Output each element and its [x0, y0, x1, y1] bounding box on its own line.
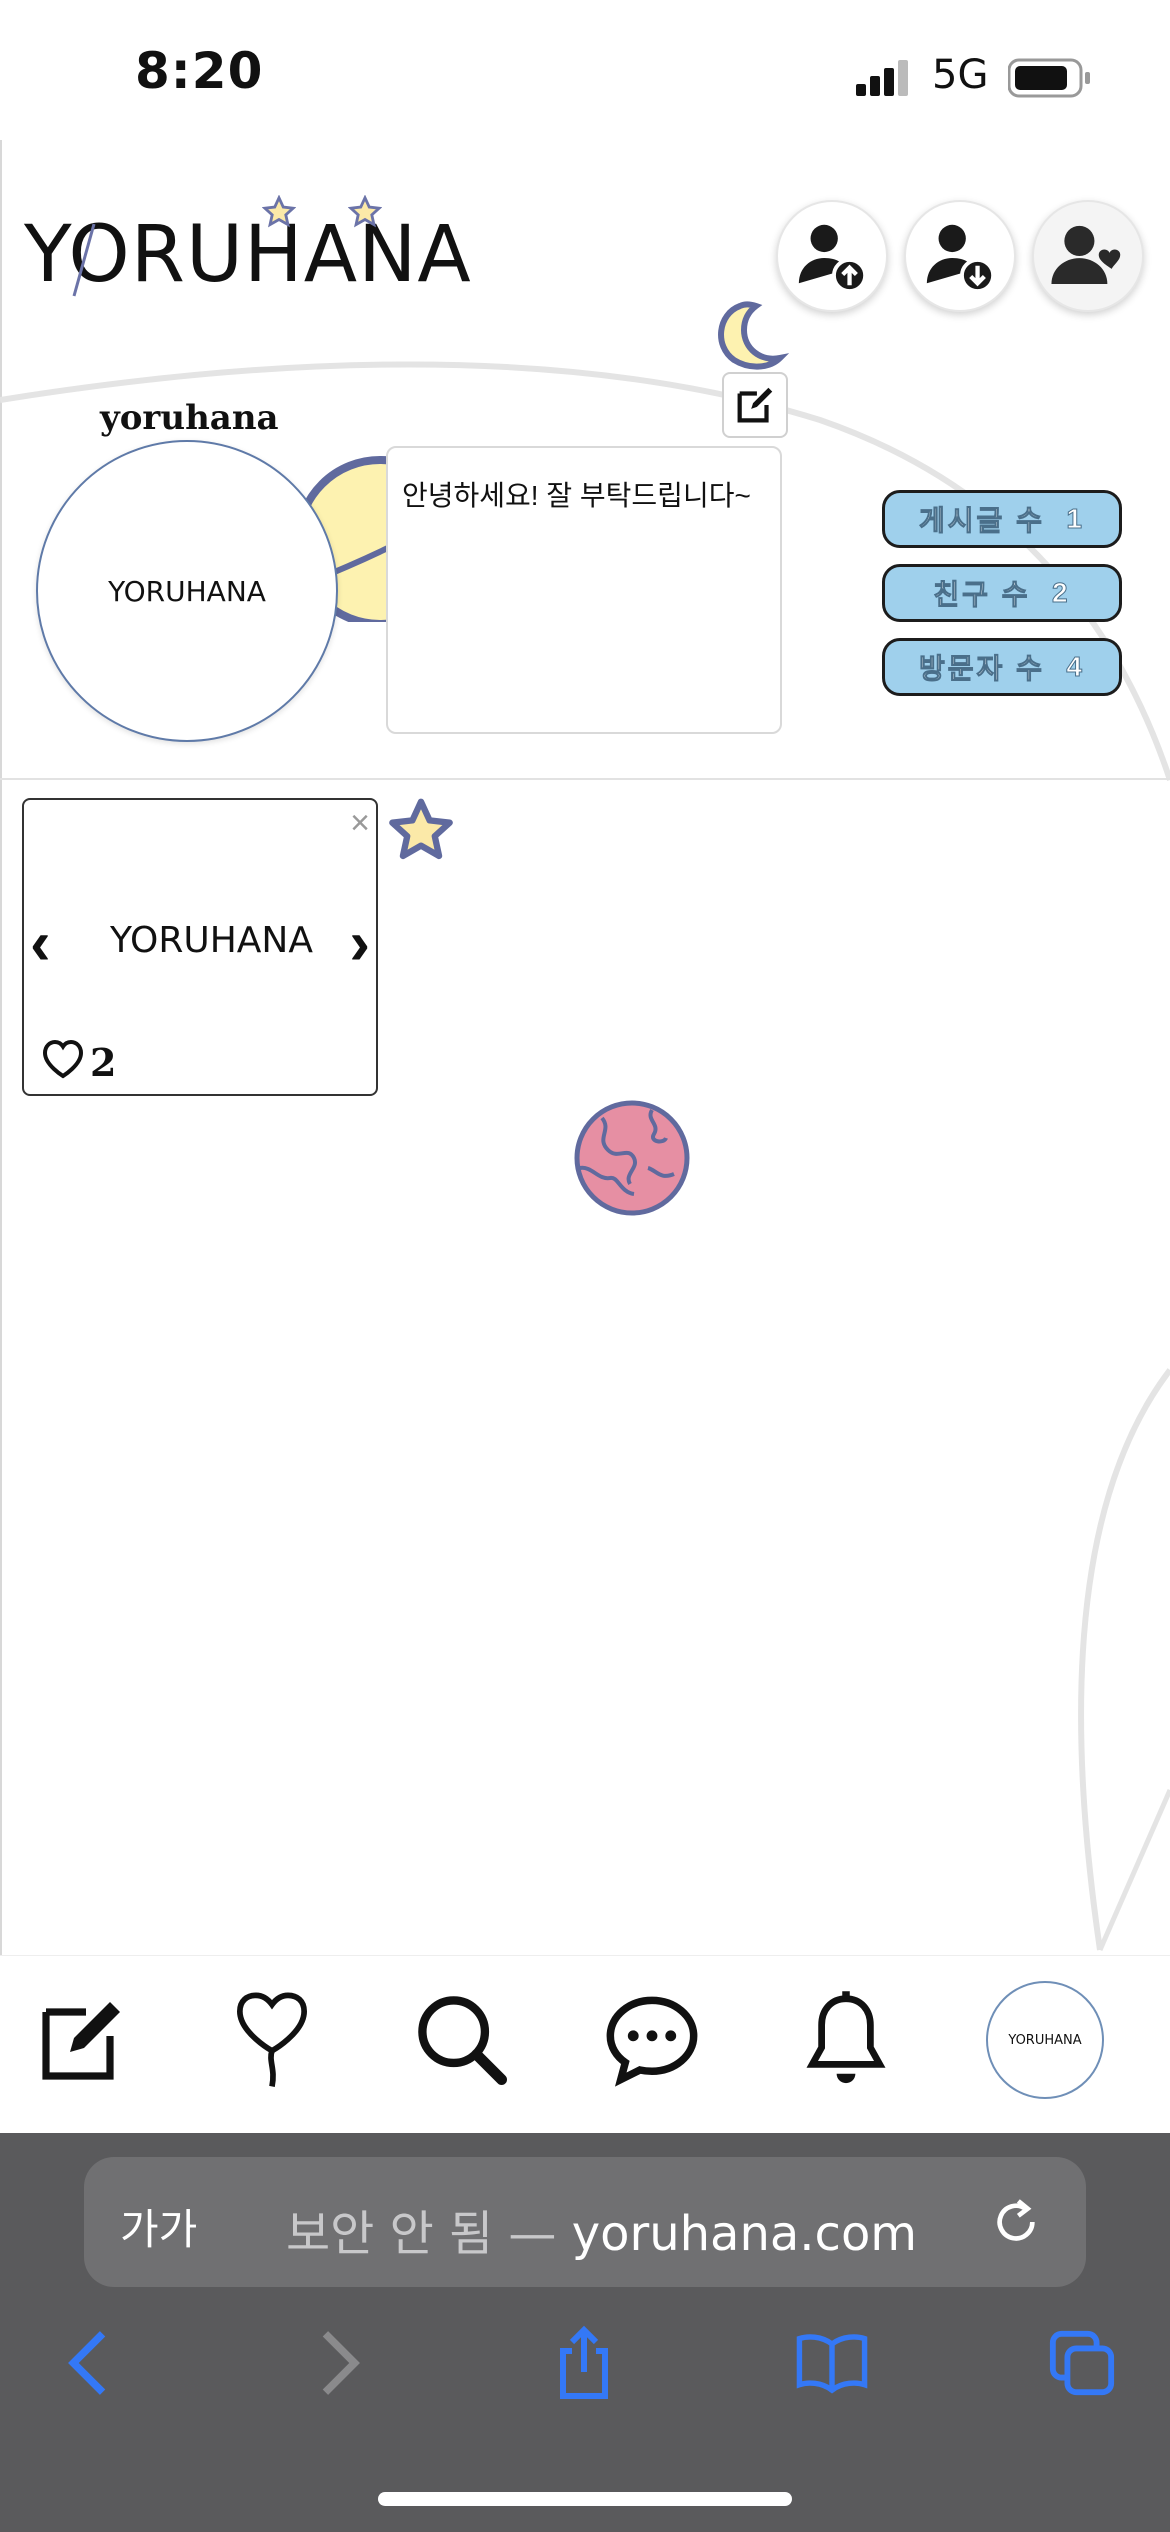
reload-icon [997, 2199, 1035, 2241]
reader-aa-button[interactable]: 가가 [120, 2196, 197, 2257]
bell-icon [806, 1991, 886, 2084]
logo-star-icon [348, 195, 382, 228]
friends-button[interactable] [1032, 200, 1144, 312]
edit-icon [737, 387, 773, 423]
moon-icon [718, 301, 790, 370]
heart-outline-icon [42, 1039, 84, 1079]
user-arrow-up-icon [798, 224, 868, 294]
following-button[interactable] [776, 200, 888, 312]
avatar-logo-text: YORUHANA [108, 574, 266, 608]
user-arrow-down-icon [926, 224, 996, 294]
post-close-button[interactable]: × [350, 804, 370, 843]
section-divider [0, 778, 1170, 780]
earth-icon [574, 1100, 690, 1216]
status-time: 8:20 [135, 42, 264, 100]
stat-friends-value: 2 [1052, 577, 1071, 609]
url-text[interactable]: 보안 안 됨 — yoruhana.com [286, 2194, 917, 2264]
user-heart-icon [1051, 225, 1121, 284]
battery-icon [1007, 58, 1092, 103]
signal-icon [856, 60, 918, 101]
stat-posts-label: 게시글 수 [919, 505, 1045, 537]
bio-box: 안녕하세요! 잘 부탁드립니다~ [386, 446, 782, 734]
tabs-icon [1049, 2330, 1115, 2396]
stat-visitors-value: 4 [1066, 651, 1085, 683]
bio-text: 안녕하세요! 잘 부탁드립니다~ [402, 480, 751, 511]
heart-balloon-icon [236, 1992, 308, 2087]
post-like-button[interactable] [38, 1036, 88, 1085]
post-image-logo: YORUHANA [110, 920, 313, 961]
stat-visitors[interactable]: 방문자 수 4 [882, 638, 1122, 696]
stat-friends[interactable]: 친구 수 2 [882, 564, 1122, 622]
chevron-right-icon [322, 2331, 360, 2395]
chat-bubble-icon [606, 1996, 698, 2087]
star-icon [389, 798, 453, 860]
nav-write[interactable] [30, 1985, 134, 2095]
avatar-icon: YORUHANA [1008, 2032, 1082, 2048]
domain-label: yoruhana.com [571, 2206, 918, 2262]
nav-profile[interactable]: YORUHANA [986, 1981, 1104, 2099]
home-indicator [378, 2492, 792, 2506]
post-like-count: 2 [90, 1040, 117, 1085]
nav-messages[interactable] [600, 1985, 704, 2095]
stat-visitors-label: 방문자 수 [919, 653, 1045, 685]
chevron-left-icon [68, 2331, 106, 2395]
security-label: 보안 안 됨 — [286, 2206, 557, 2262]
reload-button[interactable] [988, 2194, 1044, 2255]
profile-avatar[interactable]: YORUHANA [36, 440, 338, 742]
post-next-button[interactable]: › [349, 913, 370, 975]
stat-friends-label: 친구 수 [933, 579, 1031, 611]
logo[interactable]: YORUHANA [24, 190, 471, 310]
followers-button[interactable] [904, 200, 1016, 312]
logo-slash-icon [72, 223, 96, 297]
nav-likes[interactable] [220, 1985, 324, 2095]
edit-bio-button[interactable] [722, 372, 788, 438]
username: yoruhana [100, 398, 279, 438]
pencil-square-icon [42, 2002, 120, 2080]
share-icon [560, 2325, 608, 2399]
nav-search[interactable] [410, 1985, 514, 2095]
nav-notifications[interactable] [794, 1985, 898, 2095]
stat-posts-value: 1 [1066, 503, 1085, 535]
back-button[interactable] [38, 2318, 138, 2408]
search-icon [418, 1996, 508, 2085]
network-label: 5G [932, 52, 989, 98]
tabs-button[interactable] [1032, 2318, 1132, 2408]
post-card[interactable]: × YORUHANA ‹ › 2 [22, 798, 378, 1096]
share-button[interactable] [534, 2318, 634, 2408]
forward-button[interactable] [290, 2318, 390, 2408]
logo-star-icon [262, 195, 296, 228]
book-icon [796, 2334, 868, 2394]
bookmarks-button[interactable] [782, 2318, 882, 2408]
stat-posts[interactable]: 게시글 수 1 [882, 490, 1122, 548]
post-prev-button[interactable]: ‹ [30, 913, 51, 975]
